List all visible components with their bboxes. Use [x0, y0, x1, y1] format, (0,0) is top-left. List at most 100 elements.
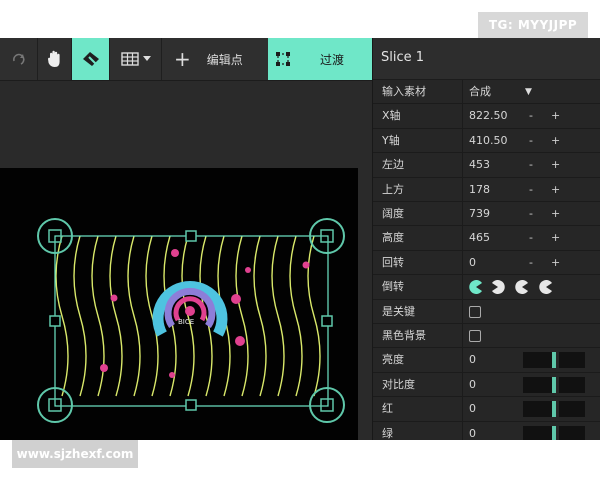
output-canvas[interactable]: BICE: [0, 168, 358, 440]
prop-row-brightness: 亮度 0: [373, 348, 600, 373]
prop-label: 回转: [382, 255, 404, 269]
x-field[interactable]: 822.50 - +: [462, 104, 600, 129]
prop-value: 739: [469, 207, 490, 220]
flip-horizontal-icon[interactable]: [491, 280, 505, 295]
red-field: 0: [462, 397, 600, 422]
panel-title: Slice 1: [373, 38, 600, 80]
transition-button[interactable]: 过渡: [268, 38, 372, 80]
prop-label: 上方: [382, 182, 404, 196]
black-bg-field: [462, 324, 600, 348]
width-field[interactable]: 739 - +: [462, 202, 600, 226]
prop-value: 465: [469, 231, 490, 245]
prop-label: 亮度: [382, 353, 404, 367]
prop-row-y: Y轴 410.50 - +: [373, 128, 600, 154]
green-slider[interactable]: [523, 425, 585, 440]
prop-label: 倒转: [382, 280, 404, 294]
prop-value: 0: [469, 402, 476, 416]
decrement-button[interactable]: -: [529, 251, 533, 275]
increment-button[interactable]: +: [551, 104, 560, 128]
prop-label: 是关键: [382, 304, 415, 318]
height-field[interactable]: 465 - +: [462, 226, 600, 251]
prop-value: 0: [469, 255, 476, 269]
decrement-button[interactable]: -: [529, 153, 533, 177]
prop-value: 453: [469, 158, 490, 172]
pick-icon: [82, 52, 99, 66]
slice-preview[interactable]: BICE: [0, 168, 358, 440]
decrement-button[interactable]: -: [529, 129, 533, 153]
decrement-button[interactable]: -: [529, 178, 533, 202]
prop-row-contrast: 对比度 0: [373, 372, 600, 398]
y-field[interactable]: 410.50 - +: [462, 128, 600, 153]
prop-label: Y轴: [382, 133, 400, 147]
prop-value: 822.50: [469, 109, 508, 123]
prop-row-flip: 倒转: [373, 275, 600, 300]
black-bg-checkbox[interactable]: [469, 330, 481, 342]
prop-value: 0: [469, 377, 476, 391]
prop-label: 高度: [382, 231, 404, 245]
decrement-button[interactable]: -: [529, 226, 533, 250]
keyframe-field: [462, 299, 600, 324]
wave-lines: [55, 235, 321, 397]
increment-button[interactable]: +: [551, 202, 560, 226]
flip-both-icon[interactable]: [539, 280, 553, 295]
prop-label: 左边: [382, 158, 404, 172]
prop-row-input: 输入素材 合成 ▼: [373, 80, 600, 105]
pick-tool-button[interactable]: [72, 38, 110, 80]
decrement-button[interactable]: -: [529, 202, 533, 226]
chevron-down-icon: ▼: [525, 87, 532, 97]
keyframe-checkbox[interactable]: [469, 305, 481, 318]
prop-row-width: 阔度 739 - +: [373, 202, 600, 227]
brightness-field: 0: [462, 348, 600, 373]
increment-button[interactable]: +: [551, 178, 560, 202]
plus-icon: +: [174, 47, 191, 71]
prop-label: 红: [382, 402, 393, 416]
flip-vertical-icon[interactable]: [515, 280, 529, 295]
properties-panel: Slice 1 输入素材 合成 ▼ X轴 822.50 - + Y轴 410.5…: [372, 38, 600, 440]
hand-icon: [47, 50, 60, 67]
prop-row-green: 绿 0: [373, 421, 600, 440]
prop-label: 绿: [382, 426, 393, 440]
prop-row-left: 左边 453 - +: [373, 153, 600, 178]
prop-value: 0: [469, 426, 476, 440]
prop-label: X轴: [382, 109, 401, 123]
brightness-slider[interactable]: [523, 352, 585, 369]
canvas-area[interactable]: BICE: [0, 81, 372, 440]
prop-label: 黑色背景: [382, 329, 426, 342]
edit-points-button[interactable]: + 编辑点: [166, 38, 264, 80]
projection-app: + 编辑点 过渡 BICE Slice 1 输入素材 合成 ▼ X轴 822.5…: [0, 38, 600, 440]
increment-button[interactable]: +: [551, 251, 560, 275]
contrast-slider[interactable]: [523, 376, 585, 393]
redo-icon: [12, 53, 25, 65]
flip-none-icon[interactable]: [469, 280, 483, 295]
left-field[interactable]: 453 - +: [462, 153, 600, 178]
concentric-arcs: [152, 281, 228, 337]
green-field: 0: [462, 421, 600, 440]
input-source-select[interactable]: 合成 ▼: [462, 80, 600, 104]
edit-points-label: 编辑点: [206, 52, 243, 67]
watermark-top: TG: MYYJJPP: [478, 12, 588, 38]
contrast-field: 0: [462, 372, 600, 397]
grid-dropdown-button[interactable]: [110, 38, 162, 80]
top-field[interactable]: 178 - +: [462, 177, 600, 202]
prop-row-top: 上方 178 - +: [373, 177, 600, 202]
decrement-button[interactable]: -: [529, 104, 533, 128]
flip-options: [462, 275, 600, 300]
hand-tool-button[interactable]: [38, 38, 72, 80]
prop-row-keyframe: 是关键: [373, 299, 600, 324]
rotation-field[interactable]: 0 - +: [462, 250, 600, 275]
red-slider[interactable]: [523, 401, 585, 418]
prop-row-height: 高度 465 - +: [373, 226, 600, 251]
prop-label: 对比度: [382, 377, 415, 391]
prop-value: 410.50: [469, 133, 508, 147]
increment-button[interactable]: +: [551, 226, 560, 250]
chevron-down-icon: [142, 56, 151, 61]
prop-row-black-bg: 黑色背景: [373, 324, 600, 349]
transition-label: 过渡: [320, 52, 345, 67]
prop-label: 输入素材: [382, 85, 426, 98]
redo-button[interactable]: [0, 38, 38, 80]
toolbar: + 编辑点 过渡: [0, 38, 372, 81]
increment-button[interactable]: +: [551, 153, 560, 177]
prop-value: 0: [469, 353, 476, 367]
increment-button[interactable]: +: [551, 129, 560, 153]
watermark-bottom: www.sjzhexf.com: [12, 440, 138, 468]
